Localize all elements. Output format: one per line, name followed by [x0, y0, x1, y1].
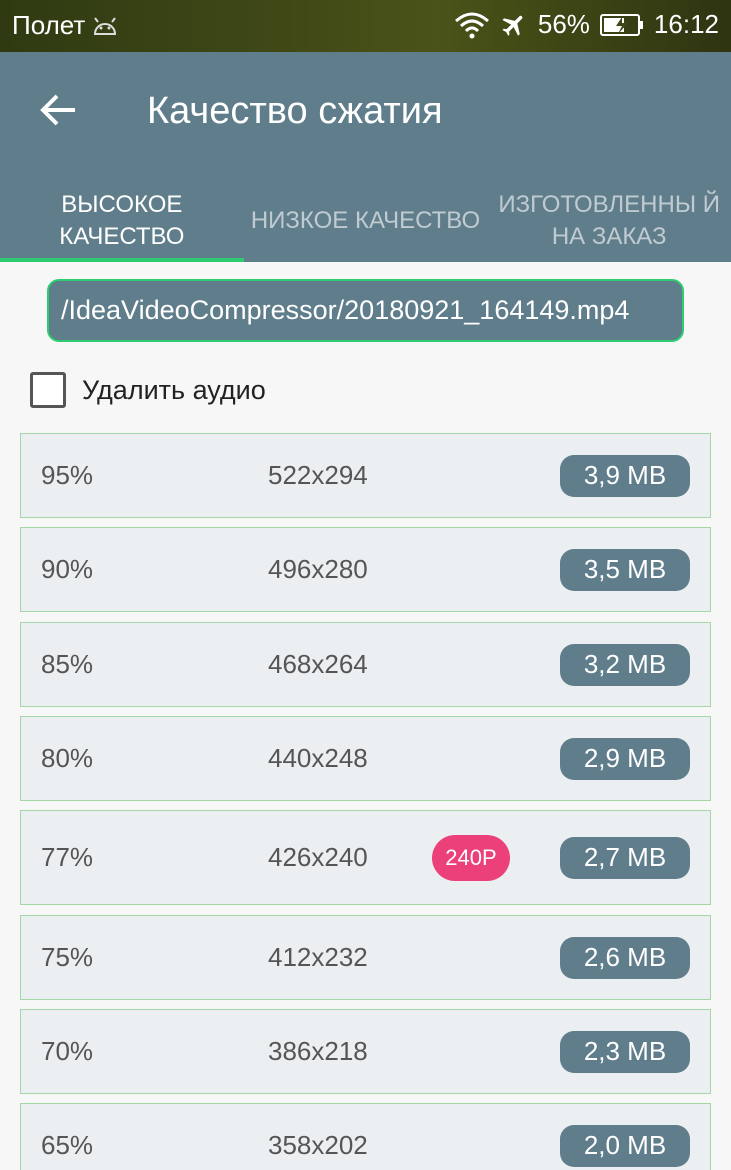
- file-size-badge: 2,7 MB: [560, 836, 690, 879]
- quality-percent: 95%: [41, 460, 94, 490]
- tab-high-quality[interactable]: ВЫСОКОЕ КАЧЕСТВО: [0, 180, 244, 262]
- quality-percent: 77%: [41, 842, 94, 872]
- android-icon: [91, 16, 119, 36]
- quality-percent: 75%: [41, 942, 94, 972]
- quality-option-row[interactable]: 75% 412x232 2,6 MB: [20, 915, 711, 1000]
- file-size-badge: 2,3 MB: [560, 1030, 690, 1073]
- resolution: 440x248: [268, 743, 368, 773]
- quality-percent: 80%: [41, 743, 94, 773]
- tab-low-quality[interactable]: НИЗКОЕ КАЧЕСТВО: [244, 180, 488, 262]
- file-path-field[interactable]: /IdeaVideoCompressor/20180921_164149.mp4: [47, 279, 684, 342]
- quality-option-row[interactable]: 77% 426x240 240P 2,7 MB: [20, 810, 711, 905]
- file-size-badge: 2,6 MB: [560, 936, 690, 979]
- quality-percent: 85%: [41, 649, 94, 679]
- quality-option-row[interactable]: 90% 496x280 3,5 MB: [20, 527, 711, 612]
- remove-audio-checkbox[interactable]: [30, 372, 66, 408]
- resolution: 522x294: [268, 460, 368, 490]
- resolution: 496x280: [268, 554, 368, 584]
- page-title: Качество сжатия: [147, 90, 443, 132]
- app-bar: Качество сжатия ВЫСОКОЕ КАЧЕСТВО НИЗКОЕ …: [0, 52, 731, 262]
- quality-percent: 90%: [41, 554, 94, 584]
- back-arrow-icon[interactable]: [36, 90, 80, 130]
- resolution: 386x218: [268, 1036, 368, 1066]
- quality-option-row[interactable]: 80% 440x248 2,9 MB: [20, 716, 711, 801]
- airplane-icon: [500, 11, 528, 39]
- resolution: 426x240: [268, 842, 368, 872]
- resolution-240p-badge: 240P: [432, 834, 510, 881]
- battery-icon: [599, 13, 644, 37]
- status-bar: Полет 56% 16:12: [0, 0, 731, 52]
- quality-option-row[interactable]: 85% 468x264 3,2 MB: [20, 622, 711, 707]
- wifi-icon: [454, 11, 490, 39]
- quality-percent: 70%: [41, 1036, 94, 1066]
- file-size-badge: 3,5 MB: [560, 548, 690, 591]
- tab-custom[interactable]: ИЗГОТОВЛЕННЫ Й НА ЗАКАЗ: [487, 180, 731, 262]
- quality-option-row[interactable]: 65% 358x202 2,0 MB: [20, 1103, 711, 1170]
- remove-audio-label: Удалить аудио: [82, 374, 266, 405]
- resolution: 468x264: [268, 649, 368, 679]
- resolution: 412x232: [268, 942, 368, 972]
- battery-percent: 56%: [537, 9, 590, 39]
- quality-option-row[interactable]: 95% 522x294 3,9 MB: [20, 433, 711, 518]
- file-size-badge: 3,9 MB: [560, 454, 690, 497]
- file-size-badge: 2,0 MB: [560, 1124, 690, 1167]
- quality-percent: 65%: [41, 1130, 94, 1160]
- clock: 16:12: [653, 9, 719, 39]
- airplane-mode-label: Полет: [12, 10, 86, 40]
- tab-bar: ВЫСОКОЕ КАЧЕСТВО НИЗКОЕ КАЧЕСТВО ИЗГОТОВ…: [0, 180, 731, 262]
- file-size-badge: 3,2 MB: [560, 643, 690, 686]
- quality-option-row[interactable]: 70% 386x218 2,3 MB: [20, 1009, 711, 1094]
- remove-audio-row[interactable]: Удалить аудио: [30, 372, 266, 408]
- resolution: 358x202: [268, 1130, 368, 1160]
- file-size-badge: 2,9 MB: [560, 737, 690, 780]
